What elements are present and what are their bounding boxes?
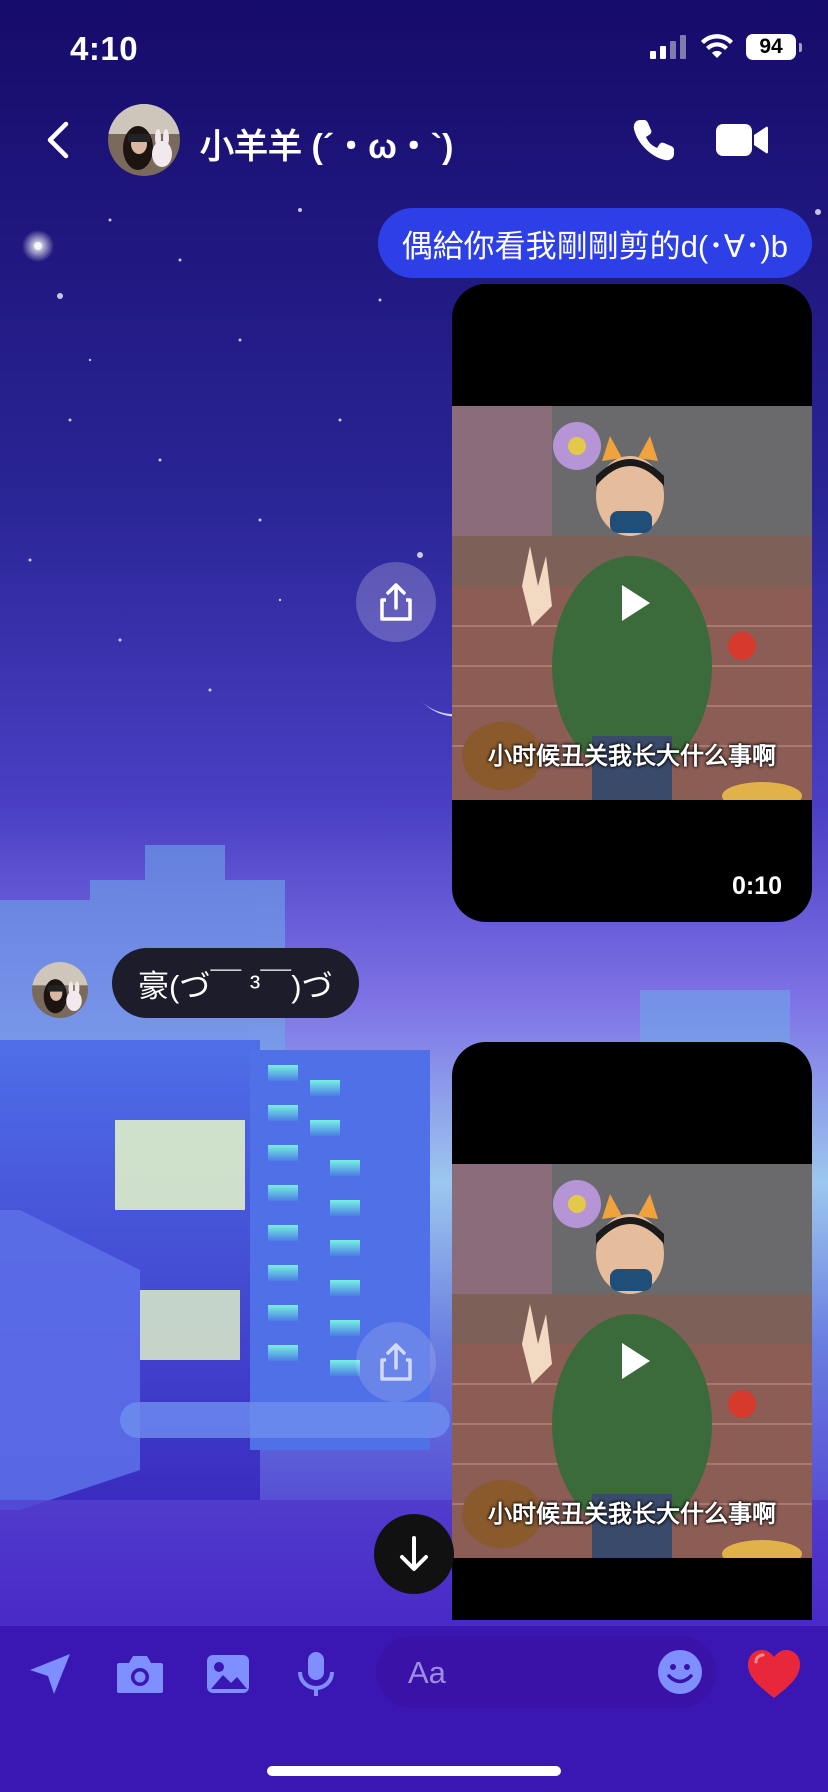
play-icon[interactable]	[612, 1339, 656, 1383]
location-button[interactable]	[24, 1648, 76, 1700]
scroll-to-bottom-button[interactable]	[374, 1514, 454, 1594]
cellular-signal-icon	[650, 35, 686, 59]
video-thumbnail-2: 小时候丑关我长大什么事啊	[452, 1164, 812, 1558]
video-duration: 0:10	[731, 872, 782, 900]
video-camera-icon[interactable]	[714, 120, 770, 160]
message-input-field[interactable]	[376, 1636, 716, 1710]
message-composer	[0, 1626, 828, 1726]
share-button-2[interactable]	[356, 1322, 436, 1402]
gallery-button[interactable]	[202, 1648, 254, 1700]
camera-button[interactable]	[114, 1648, 166, 1700]
battery-indicator: 94	[746, 34, 802, 60]
video-thumbnail-1: 小时候丑关我长大什么事啊	[452, 406, 812, 800]
outgoing-message-text: 偶給你看我剛剛剪的d(･∀･)b	[401, 228, 788, 264]
video-caption-2: 小时候丑关我长大什么事啊	[488, 1501, 776, 1528]
incoming-message-text: 豪(づ￣ ³￣)づ	[138, 968, 333, 1004]
camera-icon	[117, 1656, 163, 1693]
wifi-icon	[701, 34, 733, 58]
share-icon	[380, 1343, 412, 1381]
status-indicators: 94	[650, 34, 802, 60]
share-button-1[interactable]	[356, 562, 436, 642]
image-icon	[207, 1655, 249, 1693]
incoming-message-bubble[interactable]: 豪(づ￣ ³￣)づ	[112, 948, 359, 1018]
home-indicator[interactable]	[267, 1766, 561, 1776]
heart-icon[interactable]	[746, 1648, 802, 1700]
contact-name[interactable]: 小羊羊 (´・ω・`)	[200, 119, 453, 168]
sender-avatar[interactable]	[32, 962, 88, 1018]
conversation-header: 小羊羊 (´・ω・`)	[0, 100, 828, 180]
avatar-photo	[32, 962, 88, 1018]
voice-button[interactable]	[290, 1648, 342, 1700]
video-message-1[interactable]: 小时候丑关我长大什么事啊 0:10	[452, 284, 812, 922]
location-arrow-icon	[30, 1654, 70, 1694]
outgoing-message-bubble[interactable]: 偶給你看我剛剛剪的d(･∀･)b	[377, 208, 812, 278]
avatar-photo	[108, 104, 180, 176]
message-input[interactable]	[406, 1636, 640, 1710]
back-icon[interactable]	[38, 118, 82, 162]
microphone-icon	[298, 1652, 334, 1696]
play-icon[interactable]	[612, 581, 656, 625]
video-caption-1: 小时候丑关我长大什么事啊	[488, 743, 776, 770]
share-icon	[380, 583, 412, 621]
video-message-2[interactable]: 小时候丑关我长大什么事啊	[452, 1042, 812, 1620]
contact-avatar[interactable]	[108, 104, 180, 176]
emoji-icon[interactable]	[656, 1648, 704, 1696]
arrow-down-icon	[400, 1536, 428, 1571]
status-time: 4:10	[70, 30, 139, 67]
battery-level: 94	[759, 35, 783, 58]
phone-icon[interactable]	[630, 116, 678, 164]
